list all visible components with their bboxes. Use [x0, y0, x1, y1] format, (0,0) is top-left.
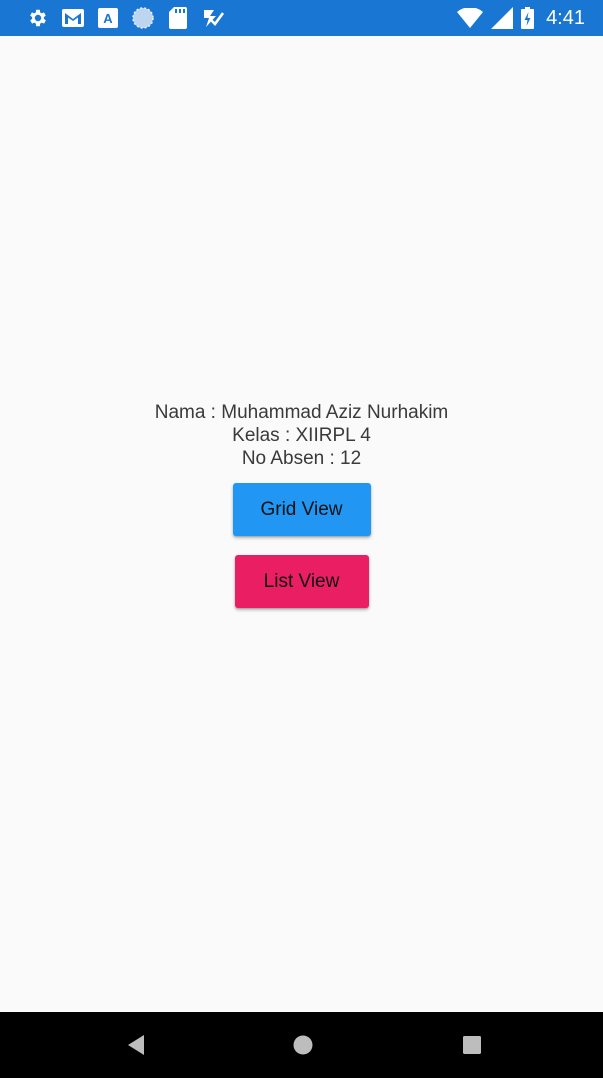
text-a-icon: A	[96, 6, 120, 30]
status-time: 4:41	[546, 6, 585, 29]
app-screen: A 4:41 Nama : Muhammad Aziz Nurhakim Kel…	[0, 0, 603, 1078]
status-bar: A 4:41	[0, 0, 603, 36]
back-icon[interactable]	[124, 1033, 148, 1057]
recents-icon[interactable]	[460, 1033, 484, 1057]
grid-view-button[interactable]: Grid View	[232, 483, 371, 536]
list-view-button[interactable]: List View	[234, 555, 369, 608]
battery-icon	[521, 6, 535, 30]
profile-panel: Nama : Muhammad Aziz Nurhakim Kelas : XI…	[0, 401, 603, 608]
wifi-icon	[457, 6, 484, 30]
svg-text:A: A	[103, 11, 113, 26]
navigation-bar	[0, 1012, 603, 1078]
home-icon[interactable]	[291, 1033, 315, 1057]
sd-card-icon	[166, 6, 190, 30]
notification-icons: A	[26, 6, 236, 30]
absen-text: No Absen : 12	[241, 448, 362, 469]
settings-icon	[26, 6, 50, 30]
gmail-icon	[61, 6, 85, 30]
system-icons: 4:41	[457, 6, 585, 30]
checklist-icon	[201, 6, 225, 30]
signal-icon	[491, 6, 514, 30]
kelas-text: Kelas : XIIRPL 4	[232, 425, 371, 446]
nama-text: Nama : Muhammad Aziz Nurhakim	[154, 402, 449, 423]
globe-icon	[131, 6, 155, 30]
